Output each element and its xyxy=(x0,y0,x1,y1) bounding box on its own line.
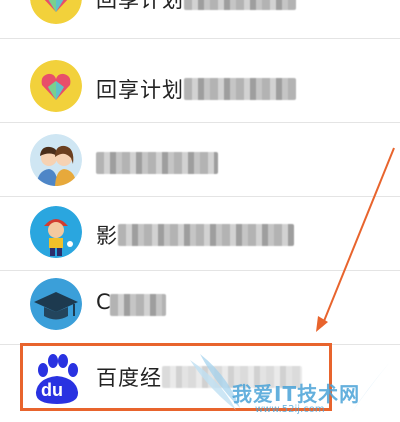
watermark-url: www.52ij.com xyxy=(255,404,325,415)
watermark-text: 我爱IT技术网 xyxy=(232,382,361,406)
